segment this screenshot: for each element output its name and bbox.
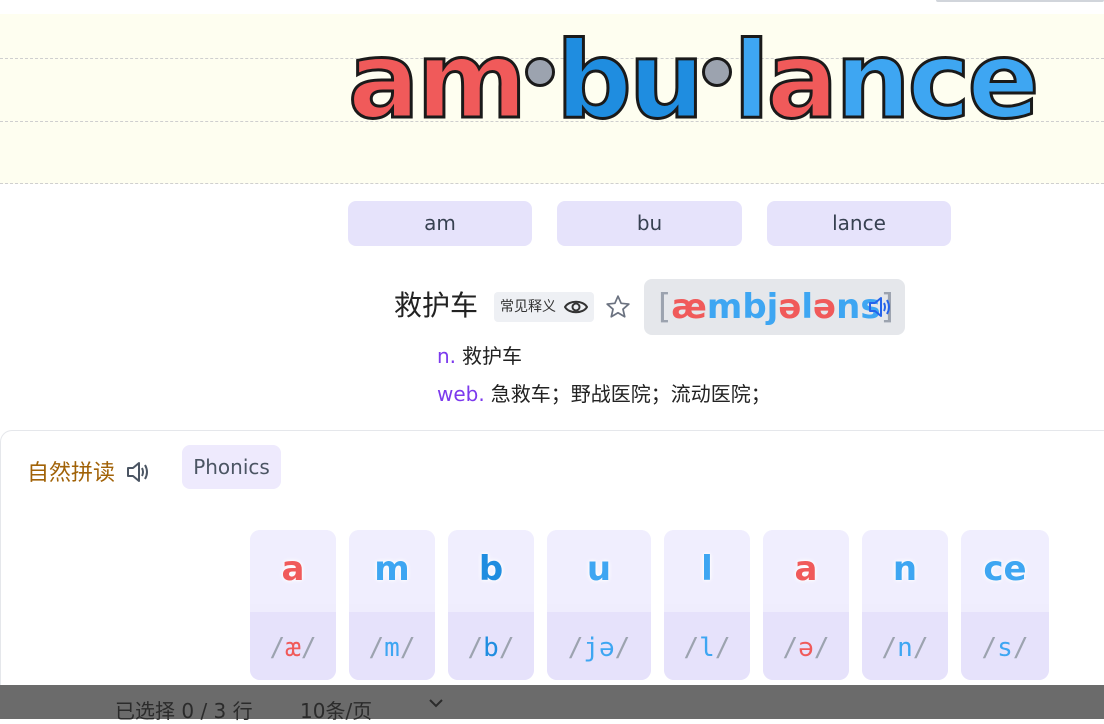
ipa-slash: / xyxy=(714,633,731,663)
word-segment-l: l xyxy=(732,19,771,142)
word-segment-bu: bu xyxy=(554,19,705,142)
speaker-icon[interactable] xyxy=(868,296,894,318)
ipa-slash: / xyxy=(881,633,898,663)
ipa-sound: l xyxy=(699,633,715,663)
word-segment-nce: nce xyxy=(834,19,1041,142)
phonics-tile[interactable]: u/jə/ xyxy=(547,530,651,680)
phonetic-open-bracket: [ xyxy=(658,287,672,327)
phonics-ipa: /m/ xyxy=(349,612,435,680)
ipa-sound: s xyxy=(997,633,1013,663)
phonetic-part: ə xyxy=(778,287,802,327)
syllable-button-bu[interactable]: bu xyxy=(557,201,742,246)
phonics-ipa: /s/ xyxy=(961,612,1049,680)
word-segment-am: am xyxy=(347,19,529,142)
phonics-tag[interactable]: Phonics xyxy=(182,445,281,489)
page-size-select[interactable]: 10条/页 xyxy=(300,695,372,724)
common-meaning-toggle[interactable]: 常见释义 xyxy=(494,292,594,322)
phonetic-part: l xyxy=(801,287,814,327)
speaker-icon[interactable] xyxy=(126,461,152,483)
ipa-sound: m xyxy=(384,633,400,663)
phonics-letter: ce xyxy=(961,530,1049,604)
phonics-title: 自然拼读 xyxy=(27,455,152,487)
phonics-ipa: /l/ xyxy=(664,612,750,680)
phonics-ipa: /ə/ xyxy=(763,612,849,680)
syllable-dot xyxy=(702,57,733,88)
word-segment-a: a xyxy=(765,19,839,142)
ipa-slash: / xyxy=(782,633,799,663)
definition-text: 急救车；野战医院；流动医院； xyxy=(490,382,771,406)
ipa-slash: / xyxy=(399,633,416,663)
ipa-slash: / xyxy=(813,633,830,663)
phonetic-part: æ xyxy=(671,287,707,327)
part-of-speech: web. xyxy=(437,382,485,406)
phonics-tile[interactable]: m/m/ xyxy=(349,530,435,680)
phonics-letter: l xyxy=(664,530,750,604)
phonetic-part: ə xyxy=(813,287,837,327)
definition-row: web. 急救车；野战医院；流动医院； xyxy=(437,378,771,407)
phonics-tile[interactable]: a/æ/ xyxy=(250,530,336,680)
ipa-sound: b xyxy=(483,633,499,663)
top-edge-bar xyxy=(936,0,1104,2)
common-meaning-label: 常见释义 xyxy=(500,299,556,315)
phonics-ipa: /æ/ xyxy=(250,612,336,680)
selected-rows-count: 已选择 0 / 3 行 xyxy=(115,699,253,723)
phonics-letter: b xyxy=(448,530,534,604)
phonics-letter: m xyxy=(349,530,435,604)
word-translation: 救护车 xyxy=(394,289,479,322)
phonics-letter: n xyxy=(862,530,948,604)
phonics-tile[interactable]: a/ə/ xyxy=(763,530,849,680)
phonics-tile[interactable]: b/b/ xyxy=(448,530,534,680)
definition-text: 救护车 xyxy=(462,344,523,368)
syllable-dot xyxy=(524,57,555,88)
phonics-tile[interactable]: l/l/ xyxy=(664,530,750,680)
ipa-slash: / xyxy=(1012,633,1029,663)
ipa-slash: / xyxy=(981,633,998,663)
phonetic-transcription: [æmbjələns] xyxy=(658,287,894,327)
ipa-slash: / xyxy=(269,633,286,663)
ipa-slash: / xyxy=(368,633,385,663)
phonics-tile[interactable]: n/n/ xyxy=(862,530,948,680)
ipa-sound: ə xyxy=(798,633,814,663)
chevron-down-icon[interactable] xyxy=(428,697,444,709)
ipa-slash: / xyxy=(467,633,484,663)
part-of-speech: n. xyxy=(437,344,457,368)
ipa-sound: jə xyxy=(583,633,615,663)
phonics-ipa: /n/ xyxy=(862,612,948,680)
phonics-title-label: 自然拼读 xyxy=(27,461,116,486)
ipa-slash: / xyxy=(300,633,317,663)
ipa-slash: / xyxy=(567,633,584,663)
syllable-button-lance[interactable]: lance xyxy=(767,201,951,246)
eye-icon xyxy=(564,300,588,314)
table-footer: 已选择 0 / 3 行 10条/页 xyxy=(0,685,1104,723)
ipa-slash: / xyxy=(912,633,929,663)
definition-row: n. 救护车 xyxy=(437,340,522,369)
ipa-slash: / xyxy=(498,633,515,663)
phonics-letter: a xyxy=(250,530,336,604)
phonics-ipa: /b/ xyxy=(448,612,534,680)
phonetic-part: mbj xyxy=(706,287,779,327)
ipa-sound: æ xyxy=(285,633,301,663)
ipa-slash: / xyxy=(614,633,631,663)
phonics-ipa: /jə/ xyxy=(547,612,651,680)
syllable-button-am[interactable]: am xyxy=(348,201,532,246)
star-icon[interactable] xyxy=(605,294,631,320)
phonetic-box: [æmbjələns] xyxy=(644,279,905,335)
word-display: am bu lance xyxy=(347,26,1041,135)
phonics-letter: u xyxy=(547,530,651,604)
phonics-letter: a xyxy=(763,530,849,604)
phonics-tile[interactable]: ce/s/ xyxy=(961,530,1049,680)
ipa-sound: n xyxy=(897,633,913,663)
guide-line xyxy=(0,183,1104,184)
ipa-slash: / xyxy=(683,633,700,663)
